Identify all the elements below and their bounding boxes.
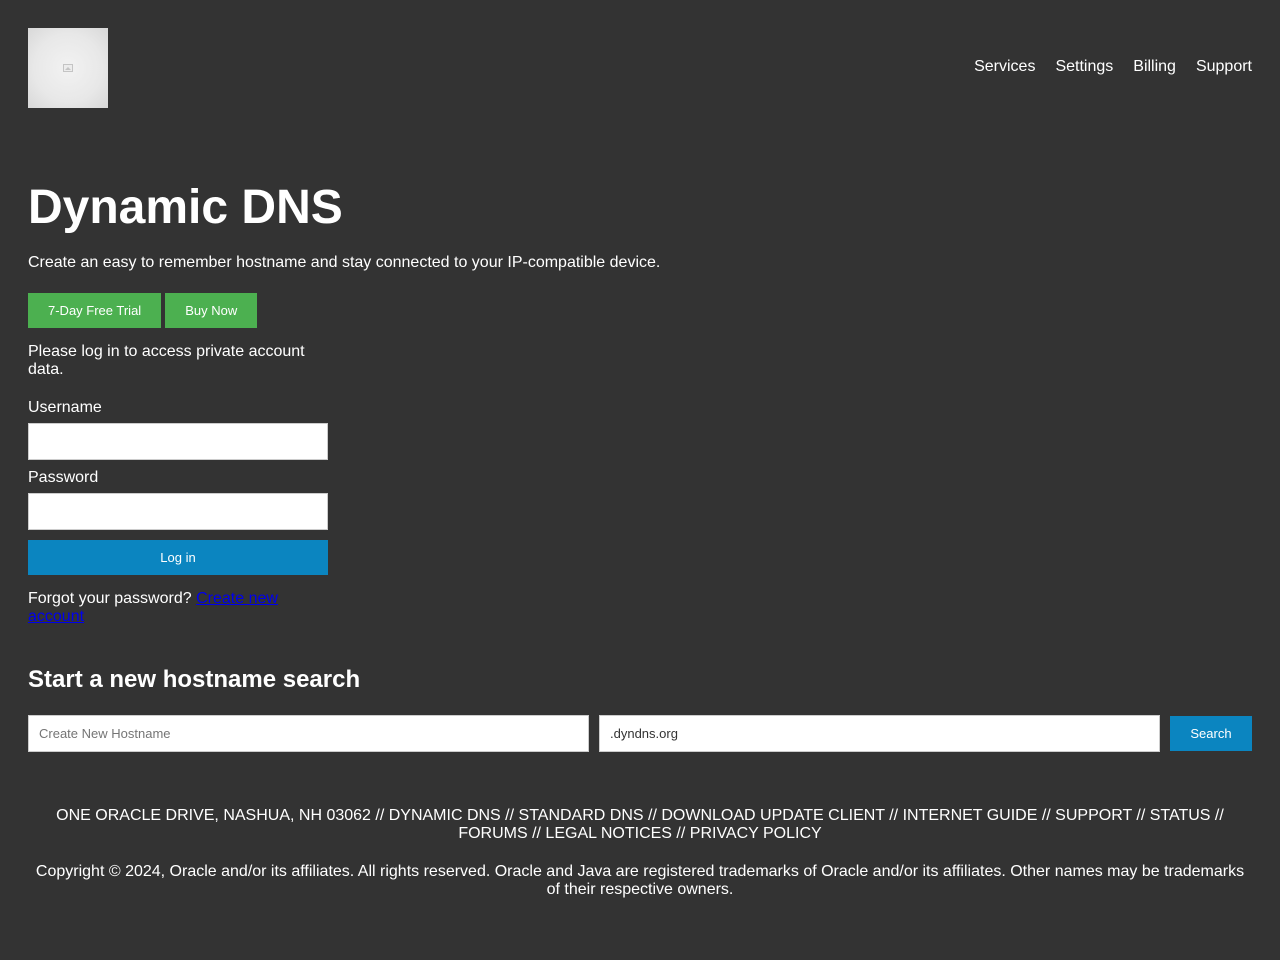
- copyright-text: Copyright © 2024, Oracle and/or its affi…: [35, 863, 1245, 898]
- forgot-password-row: Forgot your password? Create new account: [28, 590, 328, 626]
- footer-links: ONE ORACLE DRIVE, NASHUA, NH 03062 // DY…: [28, 807, 1252, 843]
- nav-item-billing[interactable]: Billing: [1133, 58, 1176, 76]
- footer-separator: //: [643, 807, 662, 824]
- footer-separator: //: [500, 807, 519, 824]
- hostname-input[interactable]: [28, 715, 589, 752]
- buy-now-button[interactable]: Buy Now: [165, 293, 258, 328]
- footer-link-legal-notices[interactable]: LEGAL NOTICES: [545, 825, 672, 842]
- username-label: Username: [28, 399, 102, 416]
- logo-image[interactable]: [28, 28, 108, 108]
- footer-link-download-update-client[interactable]: DOWNLOAD UPDATE CLIENT: [661, 807, 884, 824]
- password-input[interactable]: [28, 493, 328, 530]
- footer-link-dynamic-dns[interactable]: DYNAMIC DNS: [389, 807, 501, 824]
- password-label: Password: [28, 469, 99, 486]
- footer-separator: //: [527, 825, 546, 842]
- broken-image-icon: [63, 64, 73, 72]
- forgot-password-text: Forgot your password?: [28, 590, 192, 607]
- username-input[interactable]: [28, 423, 328, 460]
- page-title: Dynamic DNS: [28, 181, 343, 234]
- domain-input[interactable]: [599, 715, 1160, 752]
- footer-separator: //: [884, 807, 903, 824]
- login-note: Please log in to access private account …: [28, 343, 305, 378]
- login-button[interactable]: Log in: [28, 540, 328, 575]
- footer-separator: //: [1037, 807, 1056, 824]
- nav-item-support[interactable]: Support: [1196, 58, 1252, 76]
- footer-separator: //: [1210, 807, 1224, 824]
- footer-link-standard-dns[interactable]: STANDARD DNS: [519, 807, 644, 824]
- footer-address: ONE ORACLE DRIVE, NASHUA, NH 03062: [56, 807, 371, 824]
- nav-item-services[interactable]: Services: [974, 58, 1035, 76]
- footer-link-support[interactable]: SUPPORT: [1055, 807, 1132, 824]
- cta-buttons: 7-Day Free Trial Buy Now: [28, 293, 258, 328]
- footer-separator: //: [671, 825, 690, 842]
- nav-item-settings[interactable]: Settings: [1055, 58, 1113, 76]
- footer-separator: //: [1131, 807, 1150, 824]
- footer-link-forums[interactable]: FORUMS: [458, 825, 527, 842]
- search-heading: Start a new hostname search: [28, 666, 361, 693]
- footer-separator: //: [370, 807, 389, 824]
- page-subtitle: Create an easy to remember hostname and …: [28, 254, 661, 271]
- footer-link-status[interactable]: STATUS: [1150, 807, 1211, 824]
- search-button[interactable]: Search: [1170, 716, 1252, 751]
- footer-link-internet-guide[interactable]: INTERNET GUIDE: [903, 807, 1038, 824]
- page: Services Settings Billing Support Dynami…: [0, 0, 1280, 960]
- top-nav: Services Settings Billing Support: [974, 58, 1252, 76]
- footer-link-privacy-policy[interactable]: PRIVACY POLICY: [690, 825, 822, 842]
- free-trial-button[interactable]: 7-Day Free Trial: [28, 293, 162, 328]
